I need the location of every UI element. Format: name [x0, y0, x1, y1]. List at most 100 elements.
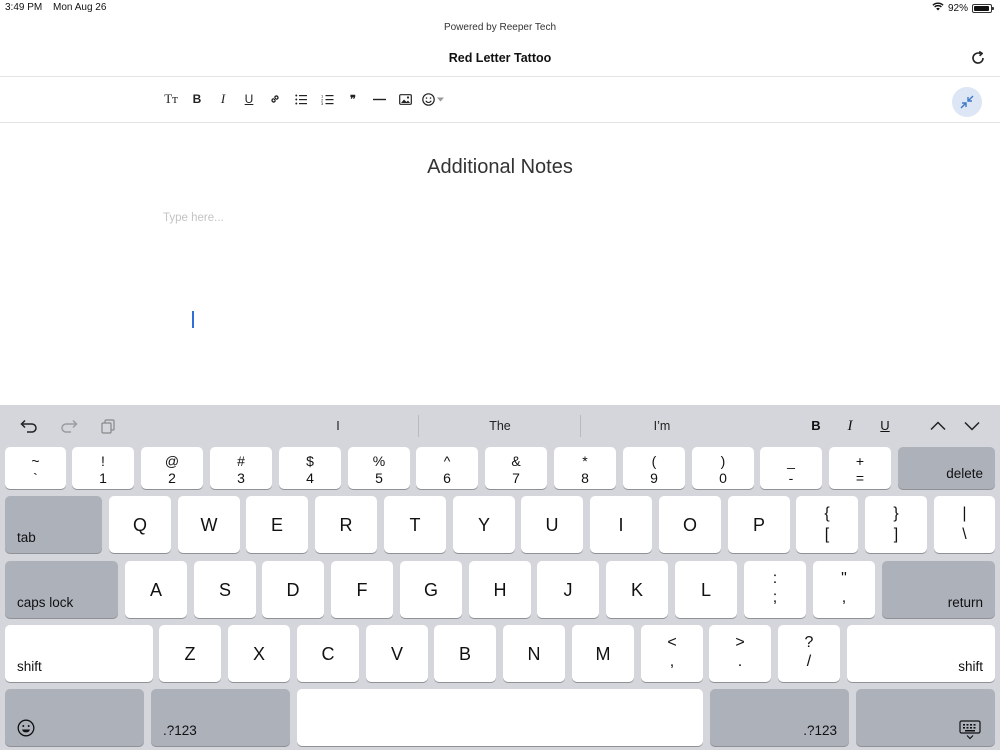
key-minus[interactable]: _ - [760, 447, 822, 489]
key-label: R [339, 515, 353, 535]
key-p[interactable]: P [728, 496, 790, 553]
key-1[interactable]: ! 1 [72, 447, 134, 489]
bold-button[interactable]: B [184, 88, 210, 110]
quote-icon: ❞ [350, 93, 356, 106]
key-9[interactable]: (9 [623, 447, 685, 489]
key-r[interactable]: R [315, 496, 377, 553]
key-backslash[interactable]: | \ [934, 496, 995, 553]
key-k[interactable]: K [606, 561, 668, 618]
key-m[interactable]: M [572, 625, 634, 682]
key-f[interactable]: F [331, 561, 393, 618]
paste-button[interactable] [98, 416, 118, 436]
battery-fill [974, 5, 989, 11]
key-2[interactable]: @2 [141, 447, 203, 489]
key-delete[interactable]: delete [898, 447, 995, 489]
key-v[interactable]: V [366, 625, 428, 682]
suggestion-2[interactable]: The [420, 419, 580, 433]
key-label: S [218, 580, 231, 600]
key-3[interactable]: #3 [210, 447, 272, 489]
key-slash[interactable]: ? / [778, 625, 840, 682]
text-style-button[interactable]: Tт [158, 88, 184, 110]
editor-placeholder[interactable]: Type here... [163, 212, 224, 224]
key-l[interactable]: L [675, 561, 737, 618]
key-shift-right[interactable]: shift [847, 625, 995, 682]
key-5[interactable]: % 5 [348, 447, 410, 489]
key-tab[interactable]: tab [5, 496, 102, 553]
key-y[interactable]: Y [453, 496, 515, 553]
key-backtick[interactable]: ~ ` [5, 447, 66, 489]
suggestion-1[interactable]: I [258, 419, 418, 433]
key-equals[interactable]: + = [829, 447, 891, 489]
key-space[interactable] [297, 689, 703, 746]
key-semicolon[interactable]: :; [744, 561, 806, 618]
key-z[interactable]: Z [159, 625, 221, 682]
key-bracket-right[interactable]: }] [865, 496, 927, 553]
keyboard-bold-button[interactable]: B [806, 418, 826, 433]
key-8[interactable]: * 8 [554, 447, 616, 489]
key-return[interactable]: return [882, 561, 995, 618]
key-caps-lock[interactable]: caps lock [5, 561, 118, 618]
key-numbers-left[interactable]: .?123 [151, 689, 290, 746]
key-0[interactable]: ) 0 [692, 447, 754, 489]
italic-button[interactable]: I [210, 88, 236, 110]
bullet-list-button[interactable] [288, 88, 314, 110]
key-h[interactable]: H [469, 561, 531, 618]
key-q[interactable]: Q [109, 496, 171, 553]
key-g[interactable]: G [400, 561, 462, 618]
key-emoji[interactable] [5, 689, 144, 746]
key-quote[interactable]: ", [813, 561, 875, 618]
quote-button[interactable]: ❞ [340, 88, 366, 110]
numbered-list-icon: 123 [321, 94, 333, 105]
image-button[interactable] [392, 88, 418, 110]
key-a[interactable]: A [125, 561, 187, 618]
previous-field-button[interactable] [928, 416, 948, 436]
horizontal-rule-button[interactable] [366, 88, 392, 110]
key-symbol: ( [651, 453, 657, 469]
key-6[interactable]: ^ 6 [416, 447, 478, 489]
redo-button[interactable] [59, 416, 79, 436]
key-period[interactable]: >. [709, 625, 771, 682]
key-symbol: # [237, 453, 245, 469]
key-o[interactable]: O [659, 496, 721, 553]
collapse-button[interactable] [952, 87, 982, 117]
key-7[interactable]: & 7 [485, 447, 547, 489]
key-n[interactable]: N [503, 625, 565, 682]
keyboard-underline-button[interactable]: U [875, 418, 895, 433]
suggestion-3[interactable]: I’m [582, 419, 742, 433]
link-button[interactable] [262, 88, 288, 110]
key-4[interactable]: $4 [279, 447, 341, 489]
key-label: M [595, 644, 611, 664]
key-s[interactable]: S [194, 561, 256, 618]
keyboard-italic-button[interactable]: I [840, 418, 860, 435]
key-c[interactable]: C [297, 625, 359, 682]
key-label: Y [477, 515, 490, 535]
key-symbol: , [669, 653, 675, 670]
key-x[interactable]: X [228, 625, 290, 682]
key-b[interactable]: B [434, 625, 496, 682]
underline-button[interactable]: U [236, 88, 262, 110]
key-symbol: [ [824, 526, 830, 543]
key-shift-left[interactable]: shift [5, 625, 153, 682]
key-bracket-left[interactable]: {[ [796, 496, 858, 553]
key-d[interactable]: D [262, 561, 324, 618]
emoji-button[interactable] [418, 88, 448, 110]
key-e[interactable]: E [246, 496, 308, 553]
key-symbol: ` [33, 470, 38, 486]
undo-button[interactable] [19, 416, 39, 436]
key-symbol: _ [787, 453, 795, 469]
key-w[interactable]: W [178, 496, 240, 553]
key-i[interactable]: I [590, 496, 652, 553]
key-t[interactable]: T [384, 496, 446, 553]
next-field-button[interactable] [962, 416, 982, 436]
numbered-list-button[interactable]: 123 [314, 88, 340, 110]
key-dismiss-keyboard[interactable] [856, 689, 995, 746]
key-u[interactable]: U [521, 496, 583, 553]
refresh-button[interactable] [968, 48, 988, 68]
key-numbers-right[interactable]: .?123 [710, 689, 849, 746]
key-comma[interactable]: <, [641, 625, 703, 682]
redo-icon [61, 419, 78, 433]
key-j[interactable]: J [537, 561, 599, 618]
key-symbol: ~ [31, 453, 40, 469]
key-label: .?123 [163, 723, 197, 738]
status-left: 3:49 PM Mon Aug 26 [5, 2, 114, 13]
